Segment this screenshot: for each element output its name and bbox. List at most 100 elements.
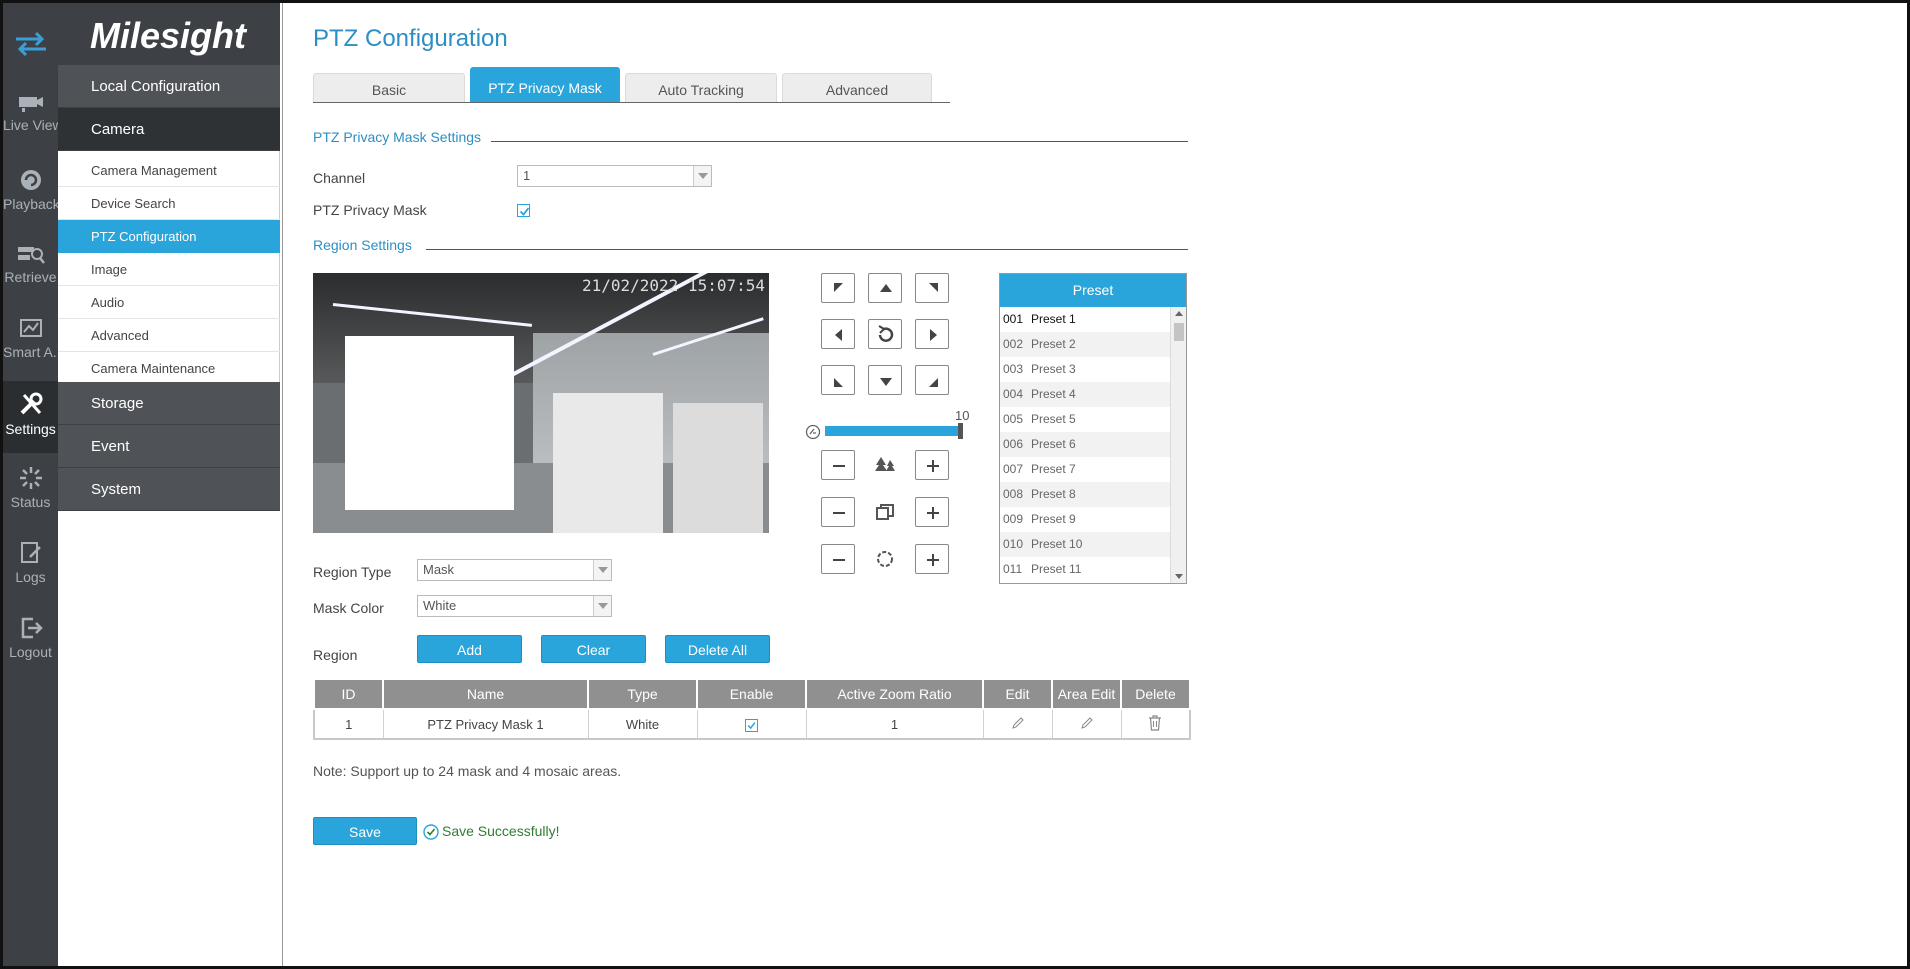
nav-logout[interactable]: Logout [3,606,58,678]
ptz-down-button[interactable] [868,365,902,395]
nav-label: Logout [9,644,52,660]
add-region-button[interactable]: Add [417,635,522,663]
speed-slider-track[interactable] [825,426,961,436]
video-timestamp: 21/02/2022 15:07:54 [581,276,765,295]
scroll-down-icon[interactable] [1175,574,1183,579]
preset-item[interactable]: 003 Preset 3 [1000,357,1170,382]
preset-item[interactable]: 009 Preset 9 [1000,507,1170,532]
channel-select[interactable]: 1 [517,165,712,187]
privacy-mask-checkbox[interactable] [517,204,530,217]
arrow-left-icon [835,329,842,341]
pencil-icon[interactable] [1011,716,1025,730]
nav-retrieve[interactable]: Retrieve [3,233,58,305]
section-title-region-settings: Region Settings [313,237,412,253]
chevron-down-icon [693,166,711,186]
save-button[interactable]: Save [313,817,417,845]
preset-name: Preset 2 [1031,337,1076,351]
zoom-out-button[interactable] [821,450,855,480]
nav-switch-button[interactable] [3,3,58,83]
mask-color-select[interactable]: White [417,595,612,617]
ptz-right-button[interactable] [915,319,949,349]
tab-basic[interactable]: Basic [313,73,465,103]
preset-item[interactable]: 011 Preset 11 [1000,557,1170,582]
tab-auto-tracking[interactable]: Auto Tracking [625,73,777,103]
ptz-up-button[interactable] [868,273,902,303]
nav-smart-analytics[interactable]: Smart A... [3,308,58,380]
submenu-device-search[interactable]: Device Search [58,187,280,220]
submenu-image[interactable]: Image [58,253,280,286]
ptz-up-right-button[interactable] [915,273,949,303]
iris-open-button[interactable] [915,544,949,574]
enable-checkbox[interactable] [745,718,758,732]
scroll-thumb[interactable] [1174,323,1184,341]
chevron-down-icon [593,560,611,580]
preset-number: 011 [1003,562,1023,576]
ptz-up-left-button[interactable] [821,273,855,303]
preset-item[interactable]: 004 Preset 4 [1000,382,1170,407]
ptz-down-right-button[interactable] [915,365,949,395]
column-header-enable: Enable [696,678,807,710]
minus-icon [833,465,845,467]
submenu-audio[interactable]: Audio [58,286,280,319]
tab-ptz-privacy-mask[interactable]: PTZ Privacy Mask [470,67,620,103]
focus-far-button[interactable] [915,497,949,527]
page-title: PTZ Configuration [313,25,508,52]
nav-status[interactable]: Status [3,456,58,528]
trash-icon[interactable] [1148,714,1162,731]
iris-close-button[interactable] [821,544,855,574]
preset-scrollbar[interactable] [1170,307,1186,583]
preset-item[interactable]: 001 Preset 1 [1000,307,1170,332]
preset-number: 001 [1003,312,1024,326]
preset-name: Preset 10 [1031,537,1083,551]
tab-underline [313,102,950,103]
cell-delete [1120,708,1191,740]
camera-preview[interactable]: 21/02/2022 15:07:54 [313,273,769,533]
nav-live-view[interactable]: Live View [3,83,58,155]
nav-playback[interactable]: Playback [3,158,58,230]
speed-slider-handle[interactable] [958,423,963,439]
scroll-up-icon[interactable] [1175,311,1183,316]
region-type-select[interactable]: Mask [417,559,612,581]
preset-item[interactable]: 005 Preset 5 [1000,407,1170,432]
privacy-mask-region[interactable] [345,336,514,510]
submenu-advanced[interactable]: Advanced [58,319,280,352]
preset-item[interactable]: 006 Preset 6 [1000,432,1170,457]
nav-label: Logs [15,569,46,585]
preset-item[interactable]: 007 Preset 7 [1000,457,1170,482]
submenu-camera-maintenance[interactable]: Camera Maintenance [58,352,280,385]
region-table: ID Name Type Enable Active Zoom Ratio Ed… [313,678,1191,740]
menu-storage[interactable]: Storage [58,382,280,425]
preset-name: Preset 1 [1031,312,1076,326]
preset-item[interactable]: 008 Preset 8 [1000,482,1170,507]
cell-enable [696,708,807,740]
chevron-down-icon [593,596,611,616]
submenu-camera-management[interactable]: Camera Management [58,154,280,187]
region-type-label: Region Type [313,564,392,580]
submenu-ptz-configuration[interactable]: PTZ Configuration [58,220,280,253]
arrow-down-right-icon [929,378,938,387]
preset-item[interactable]: 002 Preset 2 [1000,332,1170,357]
preset-item[interactable]: 010 Preset 10 [1000,532,1170,557]
ptz-left-button[interactable] [821,319,855,349]
menu-local-configuration[interactable]: Local Configuration [58,65,280,108]
settings-icon [20,392,42,415]
nav-settings[interactable]: Settings [3,381,58,453]
clear-region-button[interactable]: Clear [541,635,646,663]
zoom-in-button[interactable] [915,450,949,480]
nav-logs[interactable]: Logs [3,531,58,603]
pencil-icon[interactable] [1080,716,1094,730]
checkmark-icon [747,721,756,729]
tab-advanced[interactable]: Advanced [782,73,932,103]
ptz-down-left-button[interactable] [821,365,855,395]
menu-system[interactable]: System [58,468,280,511]
speed-icon [805,424,821,440]
menu-event[interactable]: Event [58,425,280,468]
preset-number: 007 [1003,462,1024,476]
column-header-area-edit: Area Edit [1051,678,1122,710]
section-title-mask-settings: PTZ Privacy Mask Settings [313,129,482,145]
menu-camera[interactable]: Camera [58,108,280,151]
delete-all-button[interactable]: Delete All [665,635,770,663]
nav-label: Settings [5,421,56,437]
ptz-auto-scan-button[interactable] [868,319,902,349]
focus-near-button[interactable] [821,497,855,527]
